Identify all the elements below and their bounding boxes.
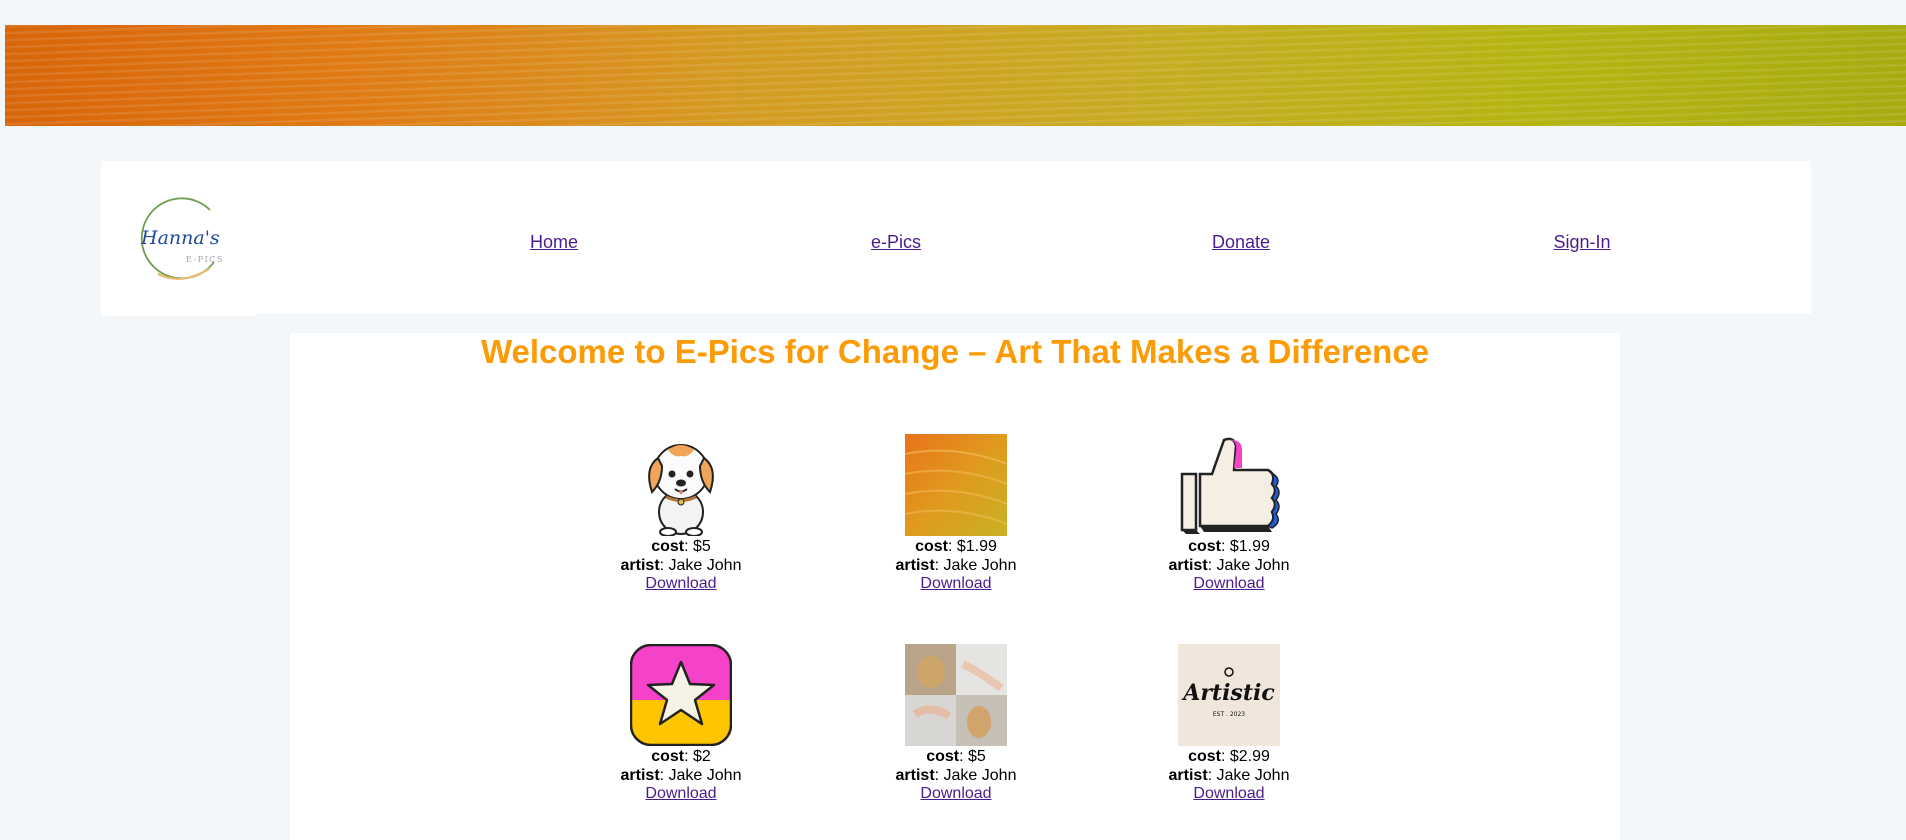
logo-circle-icon: Hanna's E-PICS <box>140 197 224 280</box>
download-link[interactable]: Download <box>645 785 716 802</box>
download-link[interactable]: Download <box>920 785 991 802</box>
cost-value: $1.99 <box>956 538 997 555</box>
orange-texture-image <box>905 434 1007 536</box>
item-artist: artist: Jake John <box>620 766 742 784</box>
cost-value: $1.99 <box>1229 538 1270 555</box>
item-cost: cost: $5 <box>926 748 986 765</box>
dog-icon <box>630 434 732 536</box>
artist-label: artist <box>1168 556 1208 574</box>
item-artist: artist: Jake John <box>620 556 742 574</box>
gallery-item: cost: $2 artist: Jake John Download <box>571 644 791 804</box>
item-cost: cost: $1.99 <box>1188 538 1270 555</box>
nav-link-sign-in[interactable]: Sign-In <box>1553 232 1610 253</box>
cost-value: $5 <box>968 748 986 765</box>
item-artist: artist: Jake John <box>1168 556 1290 574</box>
cost-label: cost <box>651 538 685 555</box>
artistic-logo-subtext: EST . 2023 <box>1213 711 1245 718</box>
logo-subtext: E-PICS <box>186 255 224 264</box>
item-artist: artist: Jake John <box>895 556 1017 574</box>
artist-label: artist <box>1168 766 1208 784</box>
cost-label: cost <box>651 748 685 765</box>
cost-label: cost <box>1188 748 1221 765</box>
artist-value: Jake John <box>943 766 1017 784</box>
download-link[interactable]: Download <box>920 575 991 592</box>
cost-label: cost <box>926 748 960 765</box>
item-cost: cost: $5 <box>651 538 711 555</box>
artistic-logo-text: Artistic <box>1181 680 1275 706</box>
item-cost: cost: $2.99 <box>1188 748 1270 765</box>
download-link[interactable]: Download <box>1193 575 1264 592</box>
cost-value: $5 <box>693 538 711 555</box>
logo-text: Hanna's <box>140 227 220 249</box>
gallery-item: Artistic EST . 2023 cost: $2.99 artist: … <box>1119 644 1339 804</box>
artist-label: artist <box>620 766 660 784</box>
page-title: Welcome to E-Pics for Change – Art That … <box>480 333 1430 370</box>
site-logo[interactable]: Hanna's E-PICS <box>101 161 256 316</box>
artist-value: Jake John <box>1216 766 1290 784</box>
nav-link-donate[interactable]: Donate <box>1212 232 1270 253</box>
artist-value: Jake John <box>1216 556 1290 574</box>
cost-value: $2.99 <box>1229 748 1270 765</box>
artist-label: artist <box>895 556 935 574</box>
item-cost: cost: $2 <box>651 748 711 765</box>
nav-link-home[interactable]: Home <box>530 232 578 253</box>
star-icon <box>630 644 732 746</box>
artist-label: artist <box>620 556 660 574</box>
gallery-item: cost: $1.99 artist: Jake John Download <box>846 434 1066 594</box>
item-artist: artist: Jake John <box>1168 766 1290 784</box>
thumbs-up-icon <box>1178 434 1280 536</box>
gallery-item: cost: $5 artist: Jake John Download <box>571 434 791 594</box>
cost-value: $2 <box>693 748 711 765</box>
gallery-item: cost: $5 artist: Jake John Download <box>846 644 1066 804</box>
hands-pottery-image <box>905 644 1007 746</box>
header-banner <box>5 25 1906 126</box>
artist-value: Jake John <box>668 766 742 784</box>
download-link[interactable]: Download <box>1193 785 1264 802</box>
cost-label: cost <box>1188 538 1221 555</box>
gallery-item: cost: $1.99 artist: Jake John Download <box>1119 434 1339 594</box>
artist-label: artist <box>895 766 935 784</box>
cost-label: cost <box>915 538 948 555</box>
item-artist: artist: Jake John <box>895 766 1017 784</box>
artist-value: Jake John <box>943 556 1017 574</box>
nav-link-epics[interactable]: e-Pics <box>871 232 921 253</box>
download-link[interactable]: Download <box>645 575 716 592</box>
artistic-logo-image: Artistic EST . 2023 <box>1178 644 1280 746</box>
item-cost: cost: $1.99 <box>915 538 997 555</box>
artist-value: Jake John <box>668 556 742 574</box>
